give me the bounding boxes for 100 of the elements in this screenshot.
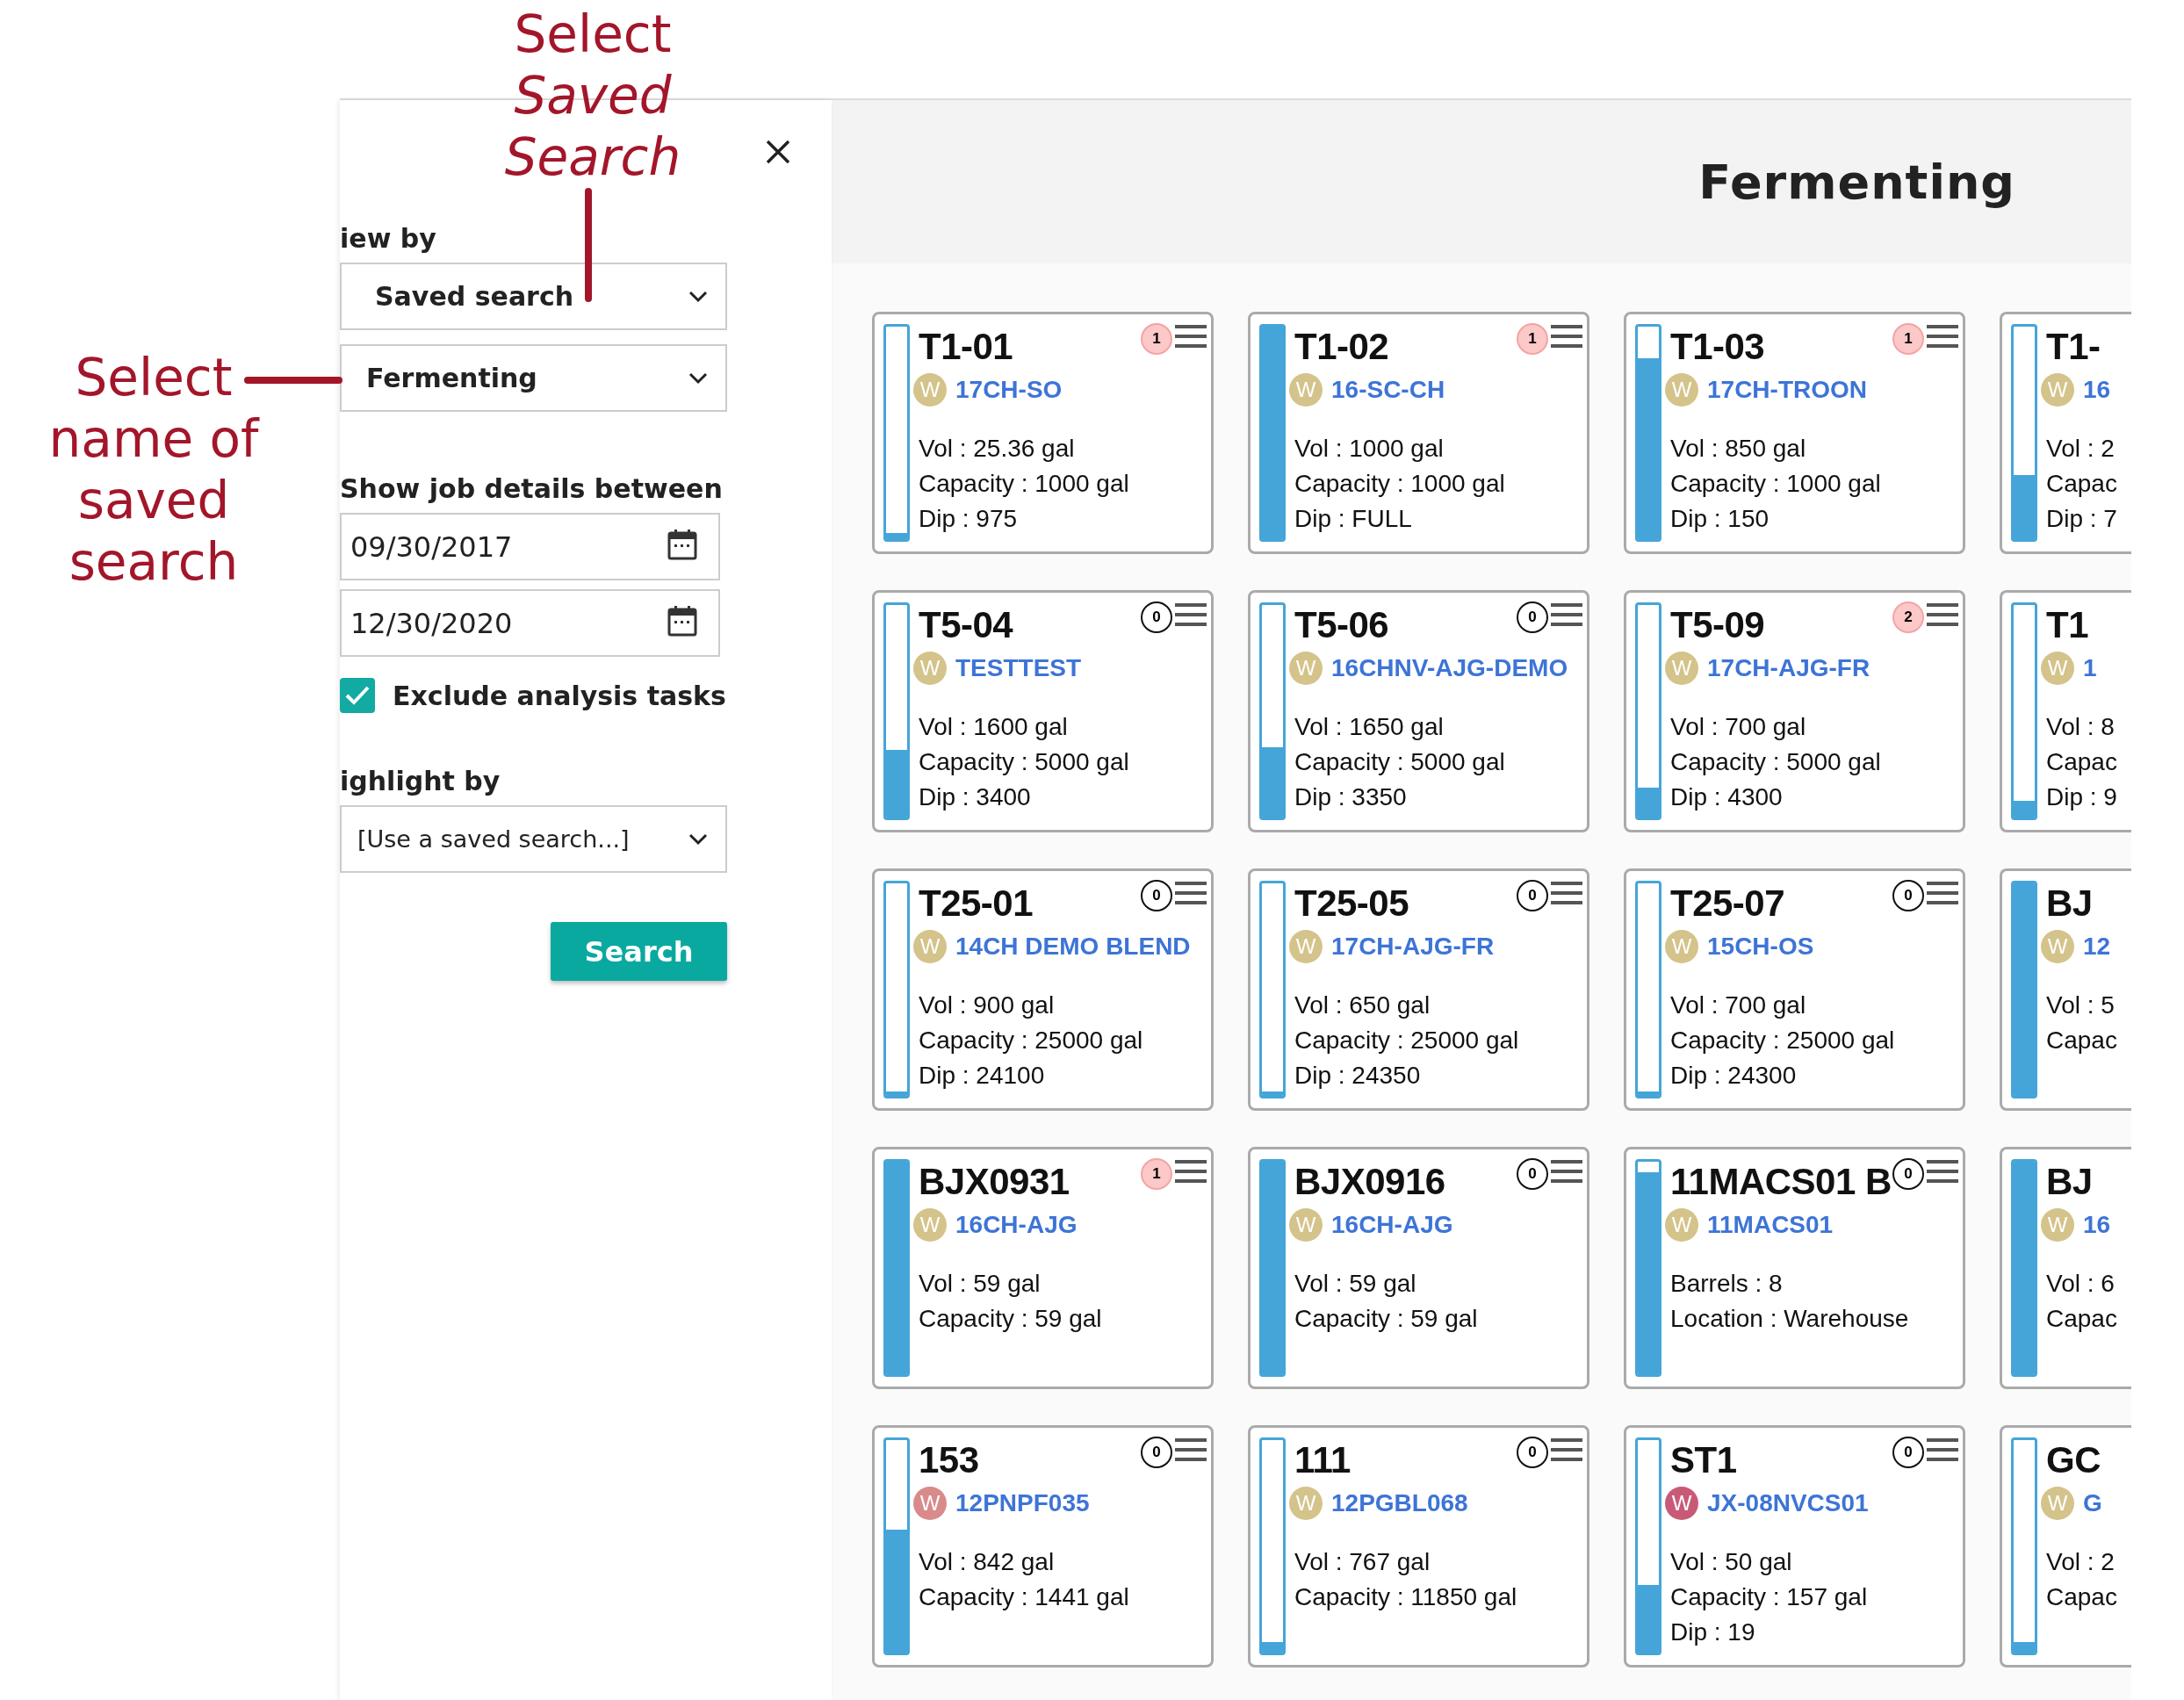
tank-detail: Vol : 6: [2046, 1269, 2115, 1299]
menu-icon[interactable]: [1551, 601, 1582, 628]
menu-icon[interactable]: [1551, 323, 1582, 349]
tank-detail: Vol : 767 gal: [1294, 1547, 1431, 1577]
menu-icon[interactable]: [1175, 1437, 1207, 1463]
menu-icon[interactable]: [1927, 1158, 1958, 1185]
tank-name: T25-01: [919, 882, 1034, 926]
batch-link[interactable]: 16: [2083, 1211, 2111, 1239]
batch-link[interactable]: 1: [2083, 654, 2097, 682]
tank-detail: Vol : 650 gal: [1294, 990, 1431, 1020]
menu-icon[interactable]: [1175, 323, 1207, 349]
menu-icon[interactable]: [1927, 323, 1958, 349]
count-badge: 1: [1517, 323, 1548, 355]
avatar-badge: W: [2041, 1487, 2074, 1520]
avatar-badge: W: [1665, 1487, 1698, 1520]
search-name-dropdown[interactable]: Fermenting: [340, 344, 727, 412]
checkbox[interactable]: [340, 678, 375, 713]
menu-icon[interactable]: [1551, 880, 1582, 906]
avatar-badge: W: [1665, 652, 1698, 685]
field-label: Show job details between: [340, 473, 723, 504]
batch-link[interactable]: 14CH DEMO BLEND: [955, 933, 1191, 961]
checkmark-icon: [344, 684, 371, 707]
tank-card[interactable]: ST1 W JX-08NVCS01 Vol : 50 gal Capacity : 157 gal Dip : 19 0: [1624, 1425, 1965, 1668]
avatar-badge: W: [913, 930, 947, 963]
view-mode-dropdown[interactable]: Saved search: [340, 263, 727, 330]
menu-icon[interactable]: [1927, 880, 1958, 906]
tank-name: T1-01: [919, 325, 1013, 369]
batch-link[interactable]: 12: [2083, 933, 2111, 961]
avatar-badge: W: [913, 373, 947, 407]
chevron-down-icon: [688, 290, 708, 303]
tank-card[interactable]: T25-05 W 17CH-AJG-FR Vol : 650 gal Capacity : 25000 gal Dip : 24350 0: [1248, 868, 1589, 1111]
batch-link[interactable]: 16: [2083, 376, 2111, 404]
batch-link[interactable]: 15CH-OS: [1707, 933, 1814, 961]
count-badge: 0: [1892, 880, 1924, 911]
tank-detail: Capacity : 5000 gal: [1670, 747, 1881, 777]
count-badge: 1: [1892, 323, 1924, 355]
calendar-icon[interactable]: [667, 529, 697, 560]
menu-icon[interactable]: [1175, 601, 1207, 628]
menu-icon[interactable]: [1927, 1437, 1958, 1463]
batch-link[interactable]: 16CH-AJG: [1331, 1211, 1453, 1239]
tank-card[interactable]: GC W G Vol : 2 Capac: [2000, 1425, 2131, 1668]
tank-card[interactable]: 11MACS01 B W 11MACS01 Barrels : 8 Location : Warehouse 0: [1624, 1147, 1965, 1389]
tank-card[interactable]: T1 W 1 Vol : 8 Capac Dip : 9: [2000, 590, 2131, 832]
tank-card[interactable]: BJ W 16 Vol : 6 Capac: [2000, 1147, 2131, 1389]
tank-detail: Vol : 1600 gal: [919, 712, 1068, 742]
tank-name: T5-04: [919, 603, 1013, 647]
tank-detail: Dip : 3350: [1294, 782, 1407, 812]
tank-card[interactable]: 153 W 12PNPF035 Vol : 842 gal Capacity : 1441 gal 0: [872, 1425, 1214, 1668]
tank-card[interactable]: BJX0916 W 16CH-AJG Vol : 59 gal Capacity : 59 gal 0: [1248, 1147, 1589, 1389]
batch-link[interactable]: 17CH-SO: [955, 376, 1063, 404]
batch-link[interactable]: 17CH-AJG-FR: [1707, 654, 1870, 682]
tank-detail: Vol : 8: [2046, 712, 2115, 742]
tank-detail: Dip : 24300: [1670, 1061, 1797, 1091]
batch-link[interactable]: 16CHNV-AJG-DEMO: [1331, 654, 1568, 682]
batch-link[interactable]: 12PGBL068: [1331, 1489, 1468, 1517]
tank-card[interactable]: 111 W 12PGBL068 Vol : 767 gal Capacity : 11850 gal 0: [1248, 1425, 1589, 1668]
tank-card[interactable]: T1-03 W 17CH-TROON Vol : 850 gal Capacity : 1000 gal Dip : 150 1: [1624, 312, 1965, 554]
chevron-down-icon: [688, 832, 708, 846]
highlight-dropdown[interactable]: [Use a saved search...]: [340, 805, 727, 873]
batch-link[interactable]: JX-08NVCS01: [1707, 1489, 1869, 1517]
tank-detail: Vol : 25.36 gal: [919, 434, 1075, 464]
batch-link[interactable]: 12PNPF035: [955, 1489, 1090, 1517]
tank-detail: Vol : 850 gal: [1670, 434, 1806, 464]
date-field[interactable]: 09/30/2017: [340, 513, 720, 580]
batch-link[interactable]: 16-SC-CH: [1331, 376, 1445, 404]
menu-icon[interactable]: [1551, 1158, 1582, 1185]
batch-link[interactable]: 11MACS01: [1707, 1211, 1834, 1239]
tank-detail: Dip : 19: [1670, 1617, 1755, 1647]
tank-card[interactable]: T1-02 W 16-SC-CH Vol : 1000 gal Capacity : 1000 gal Dip : FULL 1: [1248, 312, 1589, 554]
batch-link[interactable]: G: [2083, 1489, 2102, 1517]
tank-card[interactable]: BJX0931 W 16CH-AJG Vol : 59 gal Capacity : 59 gal 1: [872, 1147, 1214, 1389]
calendar-icon[interactable]: [667, 605, 697, 637]
tank-name: T1-: [2046, 325, 2101, 369]
menu-icon[interactable]: [1551, 1437, 1582, 1463]
tank-detail: Vol : 1650 gal: [1294, 712, 1444, 742]
tank-detail: Barrels : 8: [1670, 1269, 1783, 1299]
tank-name: T1-02: [1294, 325, 1389, 369]
batch-link[interactable]: 16CH-AJG: [955, 1211, 1078, 1239]
tank-card[interactable]: T1-01 W 17CH-SO Vol : 25.36 gal Capacity : 1000 gal Dip : 975 1: [872, 312, 1214, 554]
menu-icon[interactable]: [1927, 601, 1958, 628]
date-field[interactable]: 12/30/2020: [340, 589, 720, 657]
tank-card[interactable]: T5-06 W 16CHNV-AJG-DEMO Vol : 1650 gal Capacity : 5000 gal Dip : 3350 0: [1248, 590, 1589, 832]
tank-card[interactable]: T1- W 16 Vol : 2 Capac Dip : 7: [2000, 312, 2131, 554]
close-icon[interactable]: [765, 139, 791, 165]
avatar-badge: W: [1665, 373, 1698, 407]
batch-link[interactable]: 17CH-TROON: [1707, 376, 1867, 404]
count-badge: 0: [1141, 880, 1172, 911]
menu-icon[interactable]: [1175, 880, 1207, 906]
menu-icon[interactable]: [1175, 1158, 1207, 1185]
tank-card[interactable]: T5-04 W TESTTEST Vol : 1600 gal Capacity : 5000 gal Dip : 3400 0: [872, 590, 1214, 832]
tank-card[interactable]: BJ W 12 Vol : 5 Capac: [2000, 868, 2131, 1111]
tank-name: T5-09: [1670, 603, 1765, 647]
tank-detail: Dip : 24350: [1294, 1061, 1421, 1091]
tank-detail: Capacity : 1000 gal: [919, 469, 1129, 499]
batch-link[interactable]: 17CH-AJG-FR: [1331, 933, 1495, 961]
batch-link[interactable]: TESTTEST: [955, 654, 1082, 682]
tank-name: BJ: [2046, 1160, 2093, 1204]
tank-card[interactable]: T25-01 W 14CH DEMO BLEND Vol : 900 gal Capacity : 25000 gal Dip : 24100 0: [872, 868, 1214, 1111]
tank-card[interactable]: T5-09 W 17CH-AJG-FR Vol : 700 gal Capacity : 5000 gal Dip : 4300 2: [1624, 590, 1965, 832]
tank-card[interactable]: T25-07 W 15CH-OS Vol : 700 gal Capacity : 25000 gal Dip : 24300 0: [1624, 868, 1965, 1111]
